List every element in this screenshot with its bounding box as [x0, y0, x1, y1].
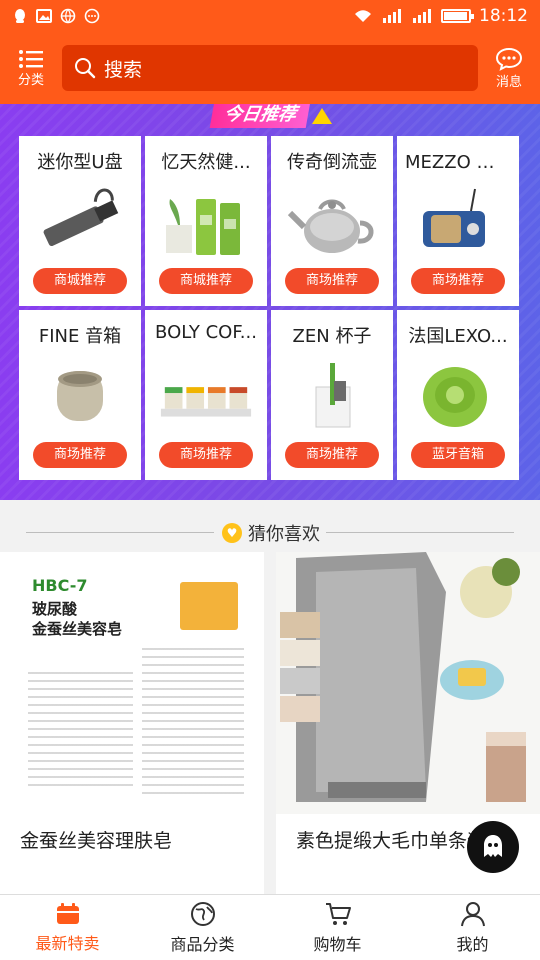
- gallery-icon: [36, 9, 52, 23]
- product-tile[interactable]: HBC-7 玻尿酸 金蚕丝美容皂 金蚕丝美容理肤皂: [0, 552, 264, 894]
- card-title: 法国LEXO...: [408, 326, 508, 347]
- category-menu-button[interactable]: 分类: [0, 49, 62, 88]
- category-menu-label: 分类: [17, 72, 44, 88]
- messages-label: 消息: [495, 74, 522, 90]
- bottom-nav: 最新特卖 商品分类 购物车 我的: [0, 894, 540, 960]
- speaker-image: [31, 356, 129, 434]
- product-name: 金蚕丝美容理肤皂: [20, 830, 173, 852]
- card-tag: 商场推荐: [285, 268, 379, 294]
- card-tag: 商城推荐: [159, 268, 253, 294]
- bluetooth-speaker-image: [409, 356, 507, 434]
- banner-title: 今日推荐: [209, 104, 311, 128]
- soap-bar: [180, 582, 238, 630]
- cup-image: [283, 356, 381, 434]
- nav-label: 商品分类: [170, 934, 235, 954]
- nav-item-cart[interactable]: 购物车: [270, 895, 405, 960]
- messages-button[interactable]: 消息: [478, 47, 540, 90]
- cart-icon: [325, 902, 351, 925]
- ghost-icon: [484, 835, 502, 857]
- usb-drive-image: [31, 182, 129, 260]
- globe-icon: [190, 901, 215, 926]
- product-name: 素色提缎大毛巾单条装: [296, 830, 487, 852]
- text-block-left: [28, 672, 133, 792]
- card-title: ZEN 杯子: [292, 326, 372, 347]
- more-icon: [84, 8, 100, 24]
- list-icon: [19, 49, 43, 68]
- wifi-icon: [355, 10, 371, 22]
- signal-icon-2: [413, 9, 431, 23]
- product-card[interactable]: BOLY COF... 商场推荐: [145, 310, 267, 480]
- teapot-image: [283, 182, 381, 260]
- nav-label: 购物车: [313, 934, 362, 954]
- product-card[interactable]: 传奇倒流壶 商场推荐: [271, 136, 393, 306]
- product-card[interactable]: 法国LEXO... 蓝牙音箱: [397, 310, 519, 480]
- user-icon: [460, 901, 485, 926]
- radio-image: [409, 182, 507, 260]
- status-bar: 18:12: [0, 0, 540, 32]
- soap-product-image: HBC-7 玻尿酸 金蚕丝美容皂: [0, 552, 264, 814]
- guess-section-header: ♥ 猜你喜欢: [0, 500, 540, 552]
- card-tag: 商场推荐: [159, 442, 253, 468]
- divider-right: [326, 532, 514, 533]
- card-title: 迷你型U盘: [37, 152, 123, 173]
- status-time: 18:12: [479, 6, 528, 26]
- guess-title: 猜你喜欢: [248, 524, 320, 545]
- product-card[interactable]: ZEN 杯子 商场推荐: [271, 310, 393, 480]
- image-heading: HBC-7: [32, 576, 88, 595]
- image-subheading-2: 金蚕丝美容皂: [32, 620, 123, 638]
- card-tag: 商城推荐: [33, 268, 127, 294]
- image-subheading-1: 玻尿酸: [32, 600, 78, 618]
- health-drink-image: [157, 182, 255, 260]
- browser-icon: [60, 8, 76, 24]
- card-title: FINE 音箱: [38, 326, 122, 347]
- card-tag: 蓝牙音箱: [411, 442, 505, 468]
- nav-label: 我的: [456, 934, 489, 954]
- card-title: 传奇倒流壶: [287, 152, 377, 173]
- card-title: BOLY COF...: [155, 322, 257, 343]
- divider-left: [26, 532, 214, 533]
- search-placeholder: 搜索: [104, 58, 143, 81]
- nav-item-profile[interactable]: 我的: [405, 895, 540, 960]
- text-block-right: [142, 648, 244, 798]
- nav-item-categories[interactable]: 商品分类: [135, 895, 270, 960]
- card-title: 忆天然健...: [161, 152, 251, 173]
- card-tag: 商场推荐: [411, 268, 505, 294]
- top-header: 分类 搜索 消息: [0, 32, 540, 104]
- product-card[interactable]: FINE 音箱 商场推荐: [19, 310, 141, 480]
- search-input[interactable]: 搜索: [62, 45, 478, 91]
- product-card[interactable]: 忆天然健... 商城推荐: [145, 136, 267, 306]
- product-card[interactable]: 迷你型U盘 商城推荐: [19, 136, 141, 306]
- nav-item-latest-sale[interactable]: 最新特卖: [0, 895, 135, 960]
- banner-decoration: [312, 108, 332, 124]
- calendar-icon: [56, 902, 79, 924]
- card-title: MEZZO 收...: [405, 152, 512, 173]
- card-tag: 商场推荐: [285, 442, 379, 468]
- heart-icon: ♥: [222, 523, 242, 543]
- towel-product-image: [276, 552, 540, 814]
- product-card[interactable]: MEZZO 收... 商场推荐: [397, 136, 519, 306]
- card-tag: 商场推荐: [33, 442, 127, 468]
- signal-icon: [383, 9, 401, 23]
- chat-bubble-icon: [495, 47, 523, 71]
- search-icon: [75, 58, 96, 79]
- recommend-grid: 迷你型U盘 商城推荐 忆天然健... 商城推荐 传奇倒流壶 商场推荐 MEZZO…: [19, 136, 521, 480]
- nav-label: 最新特卖: [35, 933, 100, 953]
- customer-service-button[interactable]: [467, 821, 519, 873]
- coffee-cups-image: [157, 356, 255, 434]
- battery-icon: [441, 9, 474, 23]
- qq-icon: [15, 9, 25, 23]
